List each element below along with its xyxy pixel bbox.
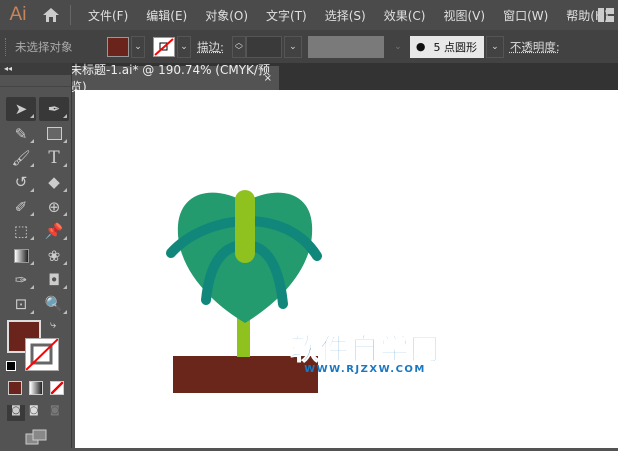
opacity-label[interactable]: 不透明度: [510, 39, 560, 55]
home-icon[interactable] [36, 0, 66, 30]
menu-view[interactable]: 视图(V) [434, 7, 494, 24]
stroke-color-box[interactable] [25, 338, 59, 371]
stroke-swatch[interactable] [153, 36, 175, 57]
draw-inside-icon[interactable]: ◙ [50, 405, 60, 416]
menu-type[interactable]: 文字(T) [257, 7, 316, 24]
artboard-canvas[interactable]: 软件自学网 WWW.RJZXW.COM [75, 90, 618, 448]
menu-bar: Ai 文件(F) 编辑(E) 对象(O) 文字(T) 选择(S) 效果(C) 视… [0, 0, 618, 30]
app-logo: Ai [9, 4, 27, 25]
close-tab-icon[interactable]: × [264, 73, 272, 84]
document-tab-bar: 未标题-1.ai* @ 190.74% (CMYK/预览) × [0, 63, 618, 94]
rectangle-tool-icon[interactable] [39, 121, 69, 145]
watermark-url: WWW.RJZXW.COM [304, 364, 426, 375]
eraser-tool-icon[interactable]: ◆ [39, 170, 69, 194]
selection-tool-icon[interactable]: ➤ [6, 97, 36, 122]
none-mode-button[interactable] [50, 381, 64, 395]
control-bar: 未选择对象 ⌄ ⌄ 描边: ︿ ﹀ ⌄ ⌄ ● 5 点圆形 ⌄ 不透明度: [0, 30, 618, 63]
brush-definition[interactable]: ● 5 点圆形 [409, 35, 484, 58]
type-tool-icon[interactable]: T [39, 146, 69, 170]
collapse-panel-icon[interactable]: ◂◂ [0, 63, 71, 75]
shape-builder-tool-icon[interactable]: ⊕ [39, 195, 69, 219]
menu-effect[interactable]: 效果(C) [375, 7, 435, 24]
variable-width-profile[interactable] [307, 35, 384, 58]
watermark: 软件自学网 WWW.RJZXW.COM [289, 332, 441, 375]
fill-swatch[interactable] [107, 36, 129, 57]
paintbrush-tool-icon[interactable]: 🖌 [6, 146, 36, 170]
menu-window[interactable]: 窗口(W) [494, 7, 557, 24]
symbol-sprayer-tool-icon[interactable]: ❀ [39, 243, 69, 267]
menu-edit[interactable]: 编辑(E) [137, 7, 196, 24]
plant-artwork [166, 190, 322, 393]
stroke-weight-input[interactable] [245, 35, 282, 58]
document-tab[interactable]: 未标题-1.ai* @ 190.74% (CMYK/预览) × [62, 63, 279, 94]
screen-mode-icon[interactable] [25, 429, 47, 445]
draw-normal-icon[interactable]: ◙ [7, 405, 25, 421]
panel-grip[interactable] [0, 75, 71, 87]
width-tool-icon[interactable]: ✐ [6, 195, 36, 219]
profile-dropdown[interactable]: ⌄ [386, 36, 410, 58]
artboard-tool-icon[interactable]: ⊡ [6, 292, 36, 316]
puppet-warp-tool-icon[interactable]: 📌 [39, 219, 69, 243]
workspace-switcher-icon[interactable] [598, 8, 614, 22]
default-colors-icon[interactable] [6, 361, 16, 371]
tools-panel: ◂◂ ➤ ✒ ✎ 🖌 T ↺ ◆ ✐ ⊕ ⬚ 📌 ❀ ✑ ◘ ⊡ 🔍 ⤷ ◙ ◙… [0, 63, 72, 448]
menu-select[interactable]: 选择(S) [316, 7, 375, 24]
eyedropper-tool-icon[interactable]: ✑ [6, 268, 36, 292]
watermark-text: 软件自学网 [289, 332, 441, 366]
menu-object[interactable]: 对象(O) [196, 7, 257, 24]
color-mode-button[interactable] [8, 381, 22, 395]
free-transform-tool-icon[interactable]: ⬚ [6, 219, 36, 243]
rotate-tool-icon[interactable]: ↺ [6, 170, 36, 194]
stroke-weight-dropdown[interactable]: ⌄ [283, 35, 302, 58]
stroke-weight-stepper[interactable]: ︿ ﹀ [231, 35, 246, 58]
swap-colors-icon[interactable]: ⤷ [50, 318, 56, 332]
selection-status: 未选择对象 [15, 39, 73, 54]
grip-handle[interactable] [5, 37, 9, 56]
pen-tool-icon[interactable]: ✒ [39, 97, 69, 122]
fill-dropdown[interactable]: ⌄ [131, 35, 145, 58]
divider [70, 5, 71, 25]
curvature-tool-icon[interactable]: ✎ [6, 121, 36, 145]
stroke-dropdown[interactable]: ⌄ [177, 35, 191, 58]
midrib [235, 190, 255, 263]
brush-dropdown[interactable]: ⌄ [485, 35, 504, 58]
stroke-label[interactable]: 描边: [197, 39, 224, 55]
blend-tool-icon[interactable]: ◘ [39, 268, 69, 292]
gradient-tool-icon[interactable] [6, 243, 36, 267]
draw-behind-icon[interactable]: ◙ [29, 405, 39, 416]
menu-file[interactable]: 文件(F) [79, 7, 137, 24]
gradient-mode-button[interactable] [29, 381, 43, 395]
zoom-tool-icon[interactable]: 🔍 [39, 292, 69, 316]
